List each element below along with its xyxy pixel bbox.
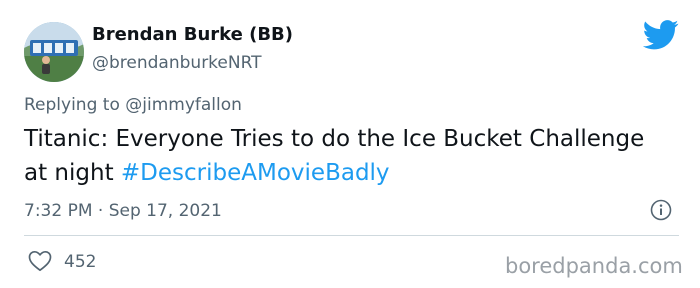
avatar[interactable] [24, 22, 84, 82]
replying-to-label: Replying to [24, 95, 120, 115]
user-handle[interactable]: @brendanburkeNRT [92, 52, 262, 74]
info-icon[interactable] [650, 199, 672, 221]
divider [24, 235, 679, 236]
replying-to: Replying to @jimmyfallon [24, 94, 242, 116]
watermark: boredpanda.com [505, 254, 683, 278]
tweet-timestamp[interactable]: 7:32 PM · Sep 17, 2021 [24, 200, 222, 222]
tweet-text: Titanic: Everyone Tries to do the Ice Bu… [24, 122, 674, 190]
tweet-date: Sep 17, 2021 [108, 201, 222, 221]
twitter-bird-icon[interactable] [642, 20, 679, 50]
tweet-time: 7:32 PM [24, 201, 93, 221]
display-name[interactable]: Brendan Burke (BB) [92, 24, 293, 46]
heart-icon[interactable] [28, 250, 52, 272]
like-count: 452 [64, 252, 97, 272]
avatar-photo [24, 22, 84, 82]
mention-link[interactable]: @jimmyfallon [125, 95, 242, 115]
hashtag-link[interactable]: #DescribeAMovieBadly [121, 160, 390, 186]
meta-separator: · [97, 201, 104, 221]
